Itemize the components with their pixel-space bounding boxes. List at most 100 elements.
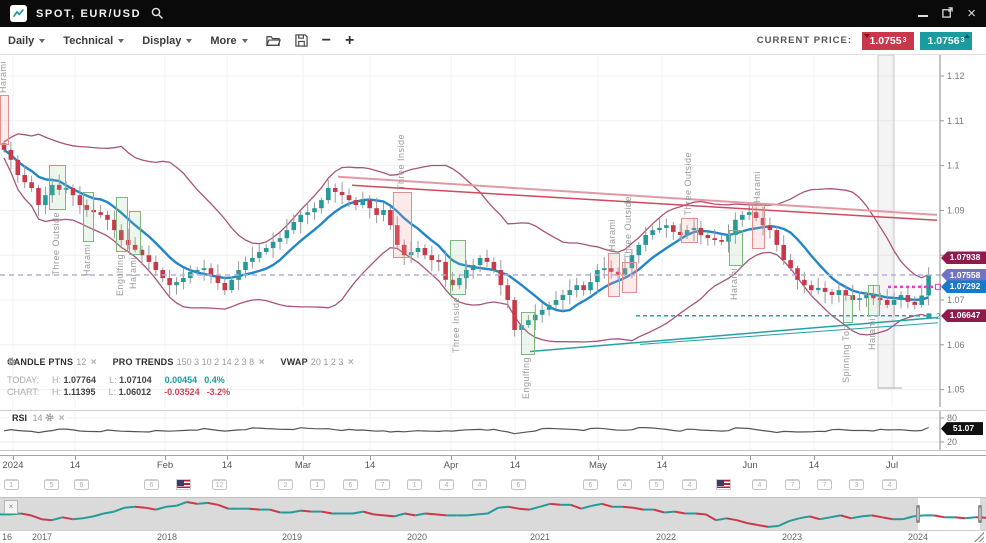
svg-text:1.12: 1.12 <box>947 71 965 81</box>
pattern-label-three-outside: Three Outside <box>51 212 61 276</box>
pattern-label-harami: Harami <box>82 244 92 276</box>
rsi-close-icon[interactable]: × <box>59 413 65 424</box>
price-alert-badge: 1.07558 <box>941 269 986 282</box>
trading-app-window: SPOT, EUR/USD × Daily Technical Display … <box>0 0 986 543</box>
gear-icon[interactable] <box>7 357 16 366</box>
calendar-event-icon[interactable]: 7 <box>817 479 832 490</box>
pattern-label-harami: Harami <box>0 61 8 93</box>
price-alert-badge: 1.07938 <box>941 251 986 264</box>
svg-text:1.07: 1.07 <box>947 295 965 305</box>
rsi-pane[interactable]: 80 20 RSI 14 × <box>0 410 986 451</box>
price-up-arrow-icon <box>964 34 970 38</box>
us-flag-event-icon[interactable] <box>716 479 731 490</box>
pattern-label-harami: Harami <box>128 257 138 289</box>
calendar-event-icon[interactable]: 2 <box>278 479 293 490</box>
calendar-event-icon[interactable]: 1 <box>4 479 19 490</box>
navigator-close-icon[interactable]: × <box>4 500 18 514</box>
minimize-button[interactable] <box>918 7 928 20</box>
calendar-event-icon[interactable]: 4 <box>617 479 632 490</box>
calendar-event-icon[interactable]: 4 <box>882 479 897 490</box>
indicator-close-icon[interactable]: × <box>348 357 354 368</box>
indicator-legend: CANDLE PTNS12 ×PRO TRENDS150 3 10 2 14 2… <box>7 357 354 397</box>
rsi-header: RSI 14 × <box>9 413 67 424</box>
pattern-label-harami: Harami <box>867 318 877 350</box>
menu-more[interactable]: More <box>210 35 247 47</box>
zoom-out-button[interactable]: − <box>322 33 331 49</box>
rsi-name: RSI <box>12 413 27 423</box>
navigator-year-label: 2017 <box>32 532 52 542</box>
indicator-vwap: VWAP20 1 2 3 × <box>281 357 354 368</box>
date-axis-label: Apr <box>444 460 459 471</box>
pattern-label-three-outside: Three Outside <box>683 152 693 216</box>
date-axis-label: 14 <box>657 460 668 471</box>
date-axis-label: Feb <box>157 460 173 471</box>
indicator-close-icon[interactable]: × <box>91 357 97 368</box>
rsi-settings-gear-icon[interactable] <box>45 413 54 423</box>
pattern-label-three-inside: Three Inside <box>451 297 461 353</box>
date-axis-label: 14 <box>70 460 81 471</box>
close-button[interactable]: × <box>967 6 976 21</box>
calendar-event-icon[interactable]: 6 <box>583 479 598 490</box>
calendar-event-icon[interactable]: 3 <box>849 479 864 490</box>
indicator-close-icon[interactable]: × <box>259 357 265 368</box>
rsi-value-badge: 51.07 <box>941 422 983 435</box>
svg-text:1.1: 1.1 <box>947 161 960 171</box>
pattern-label-three-inside: Three Inside <box>396 134 406 190</box>
history-navigator[interactable]: × <box>0 497 986 530</box>
save-icon[interactable] <box>295 34 308 47</box>
main-price-chart[interactable]: 1.121.111.11.091.081.071.061.052 CANDLE … <box>0 55 986 407</box>
navigator-year-label: 2023 <box>782 532 802 542</box>
calendar-event-icon[interactable]: 6 <box>144 479 159 490</box>
svg-text:1.11: 1.11 <box>947 116 964 126</box>
calendar-event-icon[interactable]: 6 <box>511 479 526 490</box>
calendar-event-icon[interactable]: 4 <box>472 479 487 490</box>
zoom-in-button[interactable]: + <box>345 33 354 49</box>
date-axis-label: 14 <box>809 460 820 471</box>
navigator-mini-chart <box>0 498 986 530</box>
svg-text:1.06: 1.06 <box>947 340 965 350</box>
search-icon[interactable] <box>151 7 164 20</box>
app-logo-chart-icon <box>10 5 27 22</box>
menu-timeframe[interactable]: Daily <box>8 35 45 47</box>
navigator-year-label: 2021 <box>530 532 550 542</box>
calendar-event-icon[interactable]: 7 <box>375 479 390 490</box>
chevron-down-icon <box>118 39 124 43</box>
calendar-event-icon[interactable]: 4 <box>752 479 767 490</box>
popout-button[interactable] <box>942 7 953 20</box>
gear-icon[interactable] <box>45 413 54 422</box>
chevron-down-icon <box>242 39 248 43</box>
menu-display[interactable]: Display <box>142 35 192 47</box>
calendar-event-icon[interactable]: 4 <box>682 479 697 490</box>
calendar-event-icon[interactable]: 4 <box>439 479 454 490</box>
calendar-event-icon[interactable]: 1 <box>407 479 422 490</box>
pattern-box-three-outside <box>49 165 66 210</box>
us-flag-event-icon[interactable] <box>176 479 191 490</box>
calendar-event-icon[interactable]: 7 <box>785 479 800 490</box>
ohlc-summary-row: TODAY: H: 1.07764 L: 1.07104 0.004540.4% <box>7 375 354 385</box>
navigator-year-axis: 1620172018201920202021202220232024 <box>0 530 986 543</box>
pattern-label-engulfing: Engulfing <box>521 357 531 399</box>
svg-text:1.09: 1.09 <box>947 205 965 215</box>
pattern-label-harami: Harami <box>607 219 617 251</box>
window-title: SPOT, EUR/USD <box>36 8 141 20</box>
navigator-year-label: 2019 <box>282 532 302 542</box>
calendar-event-icon[interactable]: 1 <box>310 479 325 490</box>
pattern-box-three-outside <box>681 218 698 243</box>
date-axis-label: Jul <box>886 460 898 471</box>
calendar-event-icon[interactable]: 5 <box>44 479 59 490</box>
open-folder-icon[interactable] <box>266 35 281 47</box>
svg-text:20: 20 <box>947 437 957 447</box>
price-alert-badge: 1.06647 <box>941 309 986 322</box>
calendar-event-icon[interactable]: 5 <box>649 479 664 490</box>
calendar-event-icon[interactable]: 6 <box>74 479 89 490</box>
menu-technical[interactable]: Technical <box>63 35 124 47</box>
pattern-box-spinning-top <box>843 295 853 323</box>
calendar-event-icon[interactable]: 6 <box>343 479 358 490</box>
navigator-year-label: 2018 <box>157 532 177 542</box>
calendar-event-icon[interactable]: 12 <box>212 479 227 490</box>
svg-text:80: 80 <box>947 413 957 423</box>
pattern-box-harami <box>83 192 94 242</box>
pattern-label-harami: Harami <box>752 171 762 203</box>
pattern-box-engulfing <box>521 312 535 355</box>
price-down-arrow-icon <box>864 34 870 38</box>
